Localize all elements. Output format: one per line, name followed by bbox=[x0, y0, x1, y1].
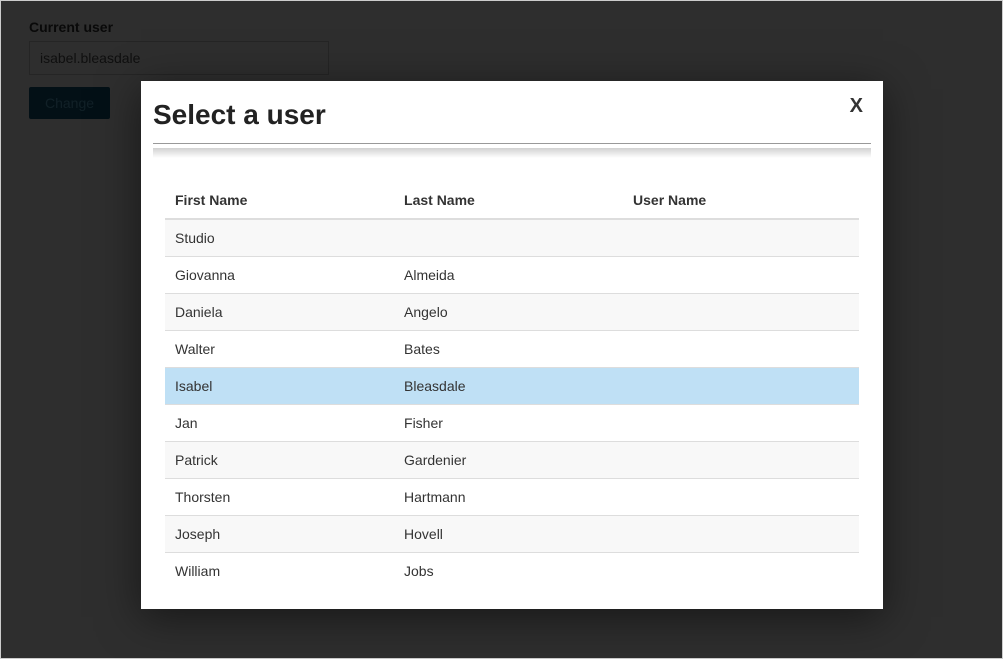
table-row[interactable]: DanielaAngelo bbox=[165, 294, 859, 331]
col-last-name[interactable]: Last Name bbox=[394, 182, 623, 219]
user-table-body: StudioGiovannaAlmeidaDanielaAngeloWalter… bbox=[165, 219, 859, 589]
cell-first-name: Giovanna bbox=[165, 257, 394, 294]
cell-last-name: Fisher bbox=[394, 405, 623, 442]
page-container: Current user Change Select a user X Firs… bbox=[0, 0, 1003, 659]
cell-last-name: Bleasdale bbox=[394, 368, 623, 405]
cell-user-name bbox=[623, 516, 859, 553]
cell-first-name: Patrick bbox=[165, 442, 394, 479]
cell-last-name: Hartmann bbox=[394, 479, 623, 516]
cell-user-name bbox=[623, 442, 859, 479]
table-row[interactable]: PatrickGardenier bbox=[165, 442, 859, 479]
cell-first-name: Daniela bbox=[165, 294, 394, 331]
cell-last-name: Hovell bbox=[394, 516, 623, 553]
modal-shadow bbox=[153, 148, 871, 158]
user-table: First Name Last Name User Name StudioGio… bbox=[165, 182, 859, 589]
cell-first-name: Joseph bbox=[165, 516, 394, 553]
table-row[interactable]: JosephHovell bbox=[165, 516, 859, 553]
cell-user-name bbox=[623, 331, 859, 368]
cell-user-name bbox=[623, 219, 859, 257]
cell-first-name: William bbox=[165, 553, 394, 590]
cell-last-name: Gardenier bbox=[394, 442, 623, 479]
cell-last-name: Angelo bbox=[394, 294, 623, 331]
modal-divider bbox=[153, 143, 871, 144]
cell-user-name bbox=[623, 368, 859, 405]
cell-last-name: Jobs bbox=[394, 553, 623, 590]
cell-last-name: Almeida bbox=[394, 257, 623, 294]
modal-body: First Name Last Name User Name StudioGio… bbox=[141, 158, 883, 609]
cell-first-name: Studio bbox=[165, 219, 394, 257]
cell-first-name: Thorsten bbox=[165, 479, 394, 516]
modal-title: Select a user bbox=[153, 99, 855, 131]
modal-header: Select a user X bbox=[141, 81, 883, 143]
cell-first-name: Jan bbox=[165, 405, 394, 442]
table-row[interactable]: GiovannaAlmeida bbox=[165, 257, 859, 294]
cell-user-name bbox=[623, 553, 859, 590]
table-row[interactable]: Studio bbox=[165, 219, 859, 257]
table-row[interactable]: JanFisher bbox=[165, 405, 859, 442]
cell-last-name bbox=[394, 219, 623, 257]
col-user-name[interactable]: User Name bbox=[623, 182, 859, 219]
cell-first-name: Isabel bbox=[165, 368, 394, 405]
table-row[interactable]: ThorstenHartmann bbox=[165, 479, 859, 516]
cell-user-name bbox=[623, 294, 859, 331]
table-header-row: First Name Last Name User Name bbox=[165, 182, 859, 219]
select-user-modal: Select a user X First Name Last Name Use… bbox=[141, 81, 883, 609]
cell-user-name bbox=[623, 479, 859, 516]
table-row[interactable]: WalterBates bbox=[165, 331, 859, 368]
close-icon[interactable]: X bbox=[850, 95, 863, 118]
table-row[interactable]: IsabelBleasdale bbox=[165, 368, 859, 405]
col-first-name[interactable]: First Name bbox=[165, 182, 394, 219]
cell-last-name: Bates bbox=[394, 331, 623, 368]
cell-first-name: Walter bbox=[165, 331, 394, 368]
cell-user-name bbox=[623, 257, 859, 294]
table-row[interactable]: WilliamJobs bbox=[165, 553, 859, 590]
cell-user-name bbox=[623, 405, 859, 442]
